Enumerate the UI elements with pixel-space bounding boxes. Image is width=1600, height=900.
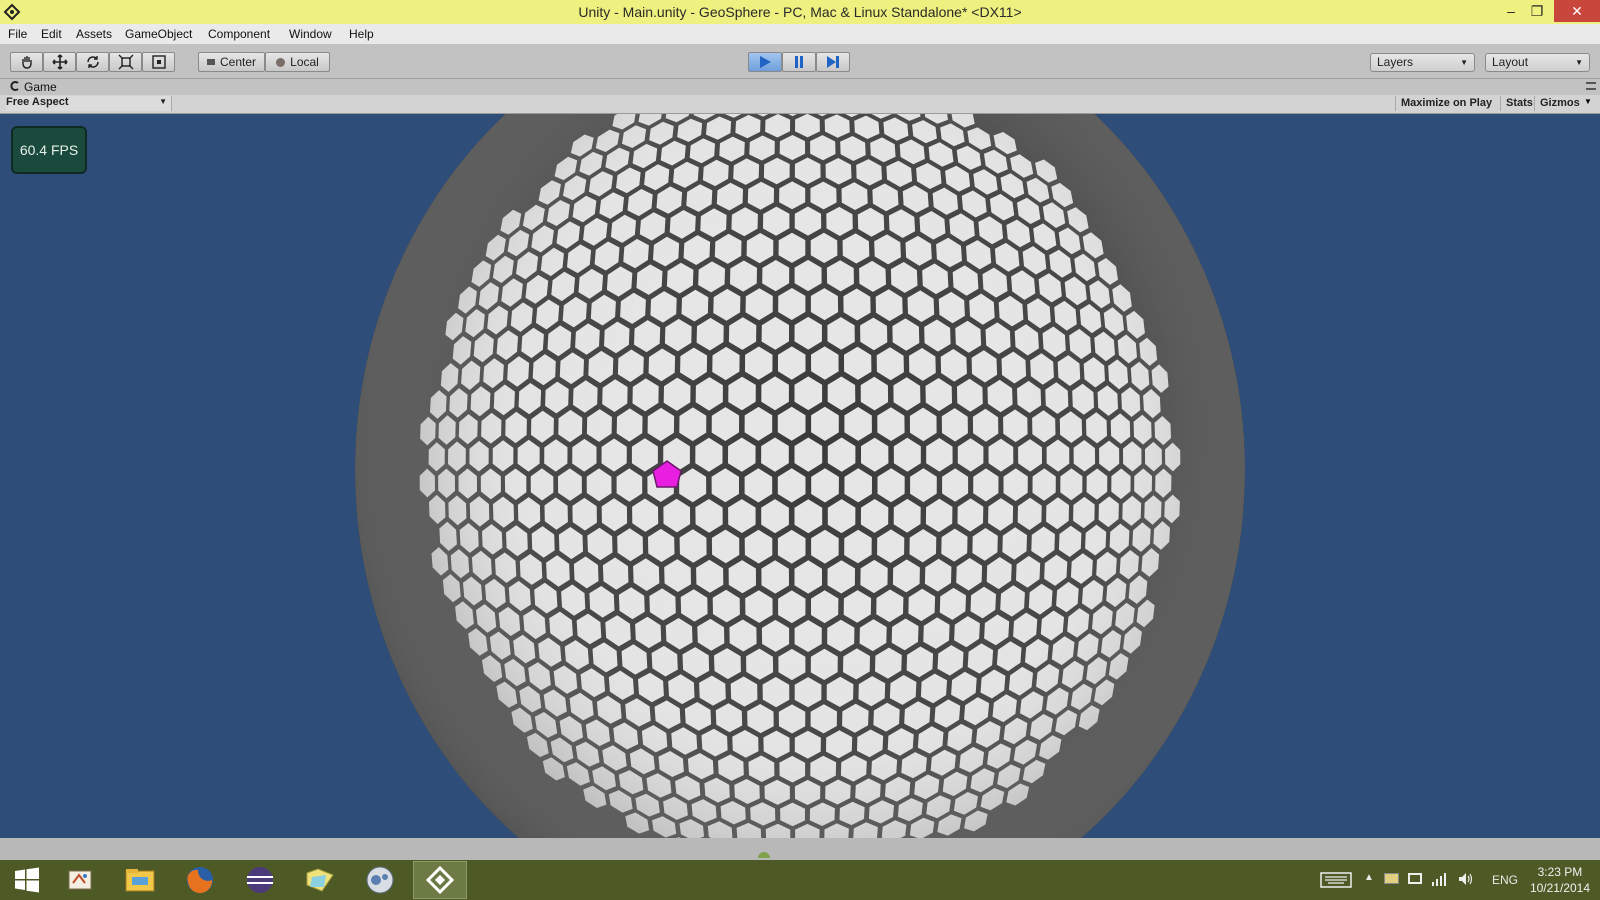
- scale-icon: [118, 54, 133, 70]
- language-indicator[interactable]: ENG: [1492, 873, 1518, 887]
- close-button[interactable]: ✕: [1554, 0, 1600, 22]
- taskbar-app-unity[interactable]: [413, 861, 467, 899]
- pivot-icon: [206, 59, 215, 65]
- taskbar-app-folder[interactable]: [293, 861, 347, 899]
- taskbar-app-monodevelop[interactable]: [353, 861, 407, 899]
- status-indicator-icon: [758, 852, 770, 858]
- layout-dropdown[interactable]: Layout ▼: [1485, 53, 1590, 72]
- scale-tool-button[interactable]: [109, 52, 142, 72]
- taskbar-app-paint[interactable]: [53, 861, 107, 899]
- window-title: Unity - Main.unity - GeoSphere - PC, Mac…: [578, 4, 1022, 20]
- action-center-icon[interactable]: [1408, 873, 1422, 884]
- status-bar: [0, 838, 1600, 860]
- aspect-label: Free Aspect: [6, 96, 69, 108]
- panel-menu-icon[interactable]: [1586, 82, 1596, 90]
- rotate-tool-button[interactable]: [76, 52, 109, 72]
- taskbar-clock[interactable]: 3:23 PM 10/21/2014: [1530, 864, 1590, 896]
- volume-icon[interactable]: [1458, 872, 1474, 886]
- stats-button[interactable]: Stats: [1500, 96, 1538, 111]
- fps-counter: 60.4 FPS: [11, 126, 87, 174]
- unity-icon: [425, 865, 455, 895]
- tray-app-icon[interactable]: [1384, 873, 1399, 884]
- game-view-toolbar: Free Aspect ▼ Maximize on Play Stats Giz…: [0, 95, 1600, 114]
- rect-tool-icon: [151, 55, 166, 69]
- step-icon: [827, 56, 839, 68]
- taskbar-app-firefox[interactable]: [173, 861, 227, 899]
- eclipse-icon: [247, 867, 273, 893]
- file-explorer-icon: [125, 869, 155, 892]
- hand-tool-button[interactable]: [10, 52, 43, 72]
- game-tab-icon: [10, 81, 19, 91]
- keyboard-icon[interactable]: [1320, 872, 1352, 888]
- menu-edit[interactable]: Edit: [41, 27, 62, 41]
- step-button[interactable]: [816, 52, 850, 72]
- gizmos-chevron-down-icon[interactable]: ▼: [1584, 97, 1592, 106]
- layers-dropdown[interactable]: Layers ▼: [1370, 53, 1475, 72]
- pause-button[interactable]: [782, 52, 816, 72]
- move-tool-button[interactable]: [43, 52, 76, 72]
- play-button[interactable]: [748, 52, 782, 72]
- move-arrows-icon: [51, 54, 68, 70]
- menu-file[interactable]: File: [8, 27, 27, 41]
- game-viewport[interactable]: 60.4 FPS: [0, 114, 1600, 838]
- play-icon: [760, 56, 771, 68]
- menu-component[interactable]: Component: [208, 27, 270, 41]
- firefox-icon: [187, 867, 213, 894]
- start-button[interactable]: [0, 861, 54, 899]
- menu-help[interactable]: Help: [349, 27, 374, 41]
- show-hidden-icons-icon[interactable]: ▲: [1364, 872, 1374, 883]
- paint-icon: [68, 870, 92, 890]
- geosphere[interactable]: [0, 114, 1600, 838]
- sphere-shading: [355, 114, 1245, 838]
- local-cube-icon: [276, 57, 286, 67]
- aspect-dropdown[interactable]: Free Aspect ▼: [6, 96, 172, 111]
- local-label: Local: [290, 55, 319, 69]
- gizmos-button[interactable]: Gizmos: [1534, 96, 1585, 111]
- layout-label: Layout: [1492, 55, 1529, 69]
- network-signal-icon[interactable]: [1432, 872, 1446, 886]
- title-bar: Unity - Main.unity - GeoSphere - PC, Mac…: [0, 0, 1600, 24]
- chevron-down-icon: ▼: [1575, 58, 1583, 67]
- clock-date: 10/21/2014: [1529, 881, 1590, 895]
- taskbar-app-explorer[interactable]: [113, 861, 167, 899]
- toolbar: Center Local Layers ▼ Layout ▼: [0, 44, 1600, 79]
- chevron-down-icon: ▼: [159, 97, 167, 106]
- hand-icon: [21, 56, 32, 69]
- pivot-label: Center: [219, 55, 257, 69]
- chevron-down-icon: ▼: [1460, 58, 1468, 67]
- pivot-center-button[interactable]: Center: [198, 52, 265, 72]
- menu-gameobject[interactable]: GameObject: [125, 27, 192, 41]
- restore-button[interactable]: ❐: [1522, 0, 1552, 22]
- rotate-icon: [86, 56, 99, 68]
- monodevelop-icon: [366, 866, 394, 894]
- pivot-local-button[interactable]: Local: [265, 52, 330, 72]
- menu-window[interactable]: Window: [289, 27, 332, 41]
- start-icon: [15, 867, 39, 893]
- menu-assets[interactable]: Assets: [76, 27, 112, 41]
- layers-label: Layers: [1377, 55, 1414, 69]
- taskbar-app-eclipse[interactable]: [233, 861, 287, 899]
- menu-bar: File Edit Assets GameObject Component Wi…: [0, 24, 1600, 44]
- pause-icon: [795, 56, 803, 68]
- game-tab-header: Game: [0, 79, 1600, 95]
- maximize-on-play-button[interactable]: Maximize on Play: [1395, 96, 1497, 111]
- folder-icon: [306, 868, 334, 892]
- rect-tool-button[interactable]: [142, 52, 175, 72]
- clock-time: 3:23 PM: [1537, 865, 1583, 879]
- windows-taskbar: ▲ ENG 3:23 PM 10/21/2014: [0, 860, 1600, 900]
- tab-game[interactable]: Game: [24, 80, 57, 94]
